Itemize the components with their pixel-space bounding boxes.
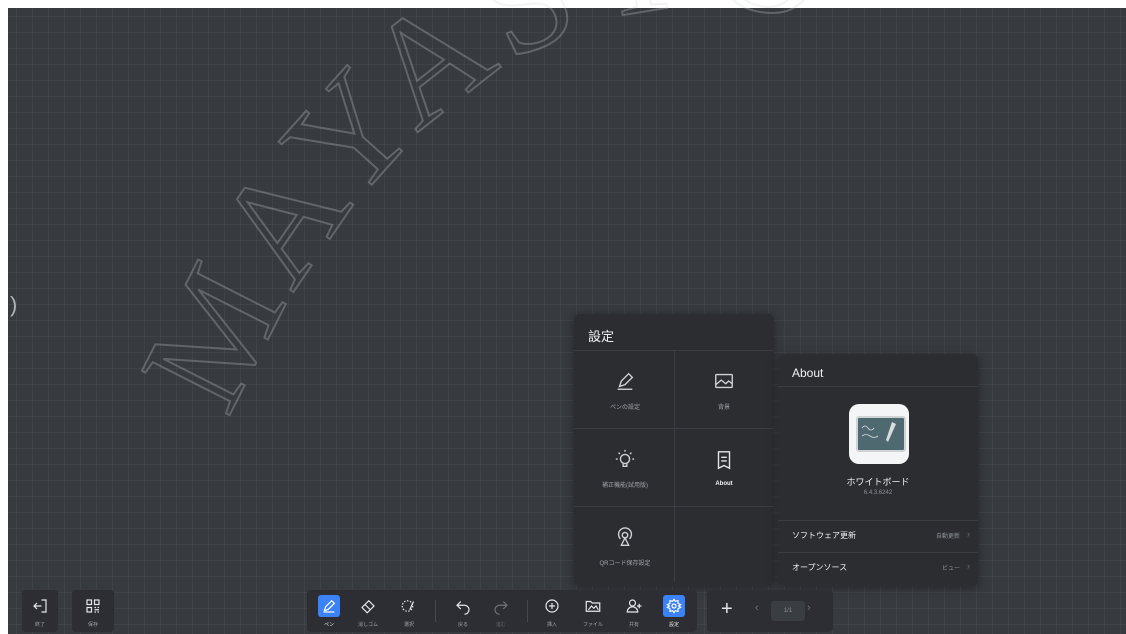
pen-settings-item[interactable]: ペンの設定 bbox=[576, 351, 674, 429]
select-label: 選択 bbox=[403, 622, 414, 628]
pen-icon bbox=[323, 599, 336, 613]
screen-left-border bbox=[0, 0, 8, 634]
chevron-right-icon: › bbox=[967, 561, 970, 571]
pen-tool[interactable]: ペン bbox=[315, 590, 343, 632]
separator bbox=[435, 600, 436, 622]
settings-title: 設定 bbox=[588, 329, 615, 344]
insert-button[interactable]: 挿入 bbox=[538, 590, 566, 632]
file-button[interactable]: ファイル bbox=[579, 590, 607, 632]
background-label: 背景 bbox=[717, 404, 730, 411]
main-toolbar: ペン 消しゴム 選択 戻る 進む 挿入 ファイル 共有 設定 bbox=[307, 590, 697, 632]
insert-label: 挿入 bbox=[546, 622, 557, 628]
divider bbox=[778, 386, 978, 387]
separator bbox=[527, 600, 528, 622]
page-navigation: + ‹ 1/1 › bbox=[707, 590, 833, 632]
open-source-value: ビュー bbox=[941, 566, 960, 572]
qr-broadcast-icon bbox=[617, 526, 633, 546]
share-button[interactable]: 共有 bbox=[620, 590, 648, 632]
eraser-icon bbox=[361, 599, 375, 614]
pen-settings-label: ペンの設定 bbox=[609, 404, 640, 411]
open-source-row[interactable]: オープンソース ビュー › bbox=[778, 553, 978, 583]
settings-button[interactable]: 設定 bbox=[660, 590, 688, 632]
document-icon bbox=[717, 451, 731, 470]
whiteboard-app-icon bbox=[849, 404, 909, 464]
about-title: About bbox=[792, 366, 824, 380]
select-tool[interactable]: 選択 bbox=[395, 590, 423, 632]
app-name: ホワイトボード bbox=[846, 477, 910, 487]
add-page-button[interactable]: + bbox=[721, 598, 733, 621]
exit-icon bbox=[33, 599, 47, 613]
redo-icon bbox=[494, 601, 508, 615]
correction-item[interactable]: 補正機能(試用版) bbox=[576, 429, 674, 507]
save-button[interactable]: 保存 bbox=[79, 590, 107, 632]
redo-label: 進む bbox=[495, 622, 506, 628]
save-group: 保存 bbox=[72, 590, 114, 632]
screen-top-border bbox=[0, 0, 1126, 8]
save-grid-icon bbox=[86, 599, 100, 613]
exit-label: 終了 bbox=[34, 622, 45, 628]
undo-label: 戻る bbox=[457, 622, 468, 628]
qr-save-settings-item[interactable]: QRコード保存設定 bbox=[576, 507, 674, 585]
file-folder-icon bbox=[585, 600, 601, 612]
about-panel: About ホワイトボード 6.4.3.6242 ソフトウェア更新 自動更新 ›… bbox=[778, 354, 978, 586]
insert-icon bbox=[545, 599, 559, 613]
open-source-label: オープンソース bbox=[792, 563, 848, 572]
share-user-icon bbox=[626, 599, 642, 613]
correction-label: 補正機能(試用版) bbox=[602, 482, 648, 489]
eraser-label: 消しゴム bbox=[357, 622, 378, 628]
eraser-tool[interactable]: 消しゴム bbox=[354, 590, 382, 632]
about-item[interactable]: About bbox=[675, 429, 773, 507]
undo-button[interactable]: 戻る bbox=[449, 590, 477, 632]
undo-icon bbox=[456, 601, 470, 615]
exit-group: 終了 bbox=[22, 590, 58, 632]
app-version: 6.4.3.6242 bbox=[863, 490, 893, 496]
share-label: 共有 bbox=[628, 622, 639, 628]
background-image-icon bbox=[715, 373, 733, 388]
qr-save-settings-label: QRコード保存設定 bbox=[599, 560, 651, 567]
chevron-left-icon[interactable]: ‹ bbox=[755, 602, 759, 614]
pen-settings-icon bbox=[617, 372, 634, 390]
save-label: 保存 bbox=[87, 622, 98, 628]
lasso-select-icon bbox=[401, 600, 415, 612]
settings-gear-icon bbox=[666, 598, 682, 614]
chevron-right-icon: › bbox=[967, 529, 970, 539]
settings-label: 設定 bbox=[668, 622, 679, 628]
page-indicator[interactable]: 1/1 bbox=[771, 601, 805, 621]
redo-button[interactable]: 進む bbox=[487, 590, 515, 632]
chevron-right-icon[interactable]: › bbox=[807, 602, 811, 614]
side-panel-handle-icon[interactable]: ) bbox=[10, 292, 17, 318]
pen-label: ペン bbox=[323, 622, 334, 628]
background-item[interactable]: 背景 bbox=[675, 351, 773, 429]
settings-panel: 設定 ペンの設定 背景 補正機能(試用版) About QRコード保存設定 bbox=[574, 314, 774, 586]
file-label: ファイル bbox=[582, 622, 603, 628]
software-update-value: 自動更新 bbox=[935, 534, 960, 540]
software-update-label: ソフトウェア更新 bbox=[792, 531, 856, 540]
about-label: About bbox=[715, 481, 733, 487]
exit-button[interactable]: 終了 bbox=[26, 590, 54, 632]
software-update-row[interactable]: ソフトウェア更新 自動更新 › bbox=[778, 521, 978, 551]
lightbulb-icon bbox=[615, 449, 635, 467]
